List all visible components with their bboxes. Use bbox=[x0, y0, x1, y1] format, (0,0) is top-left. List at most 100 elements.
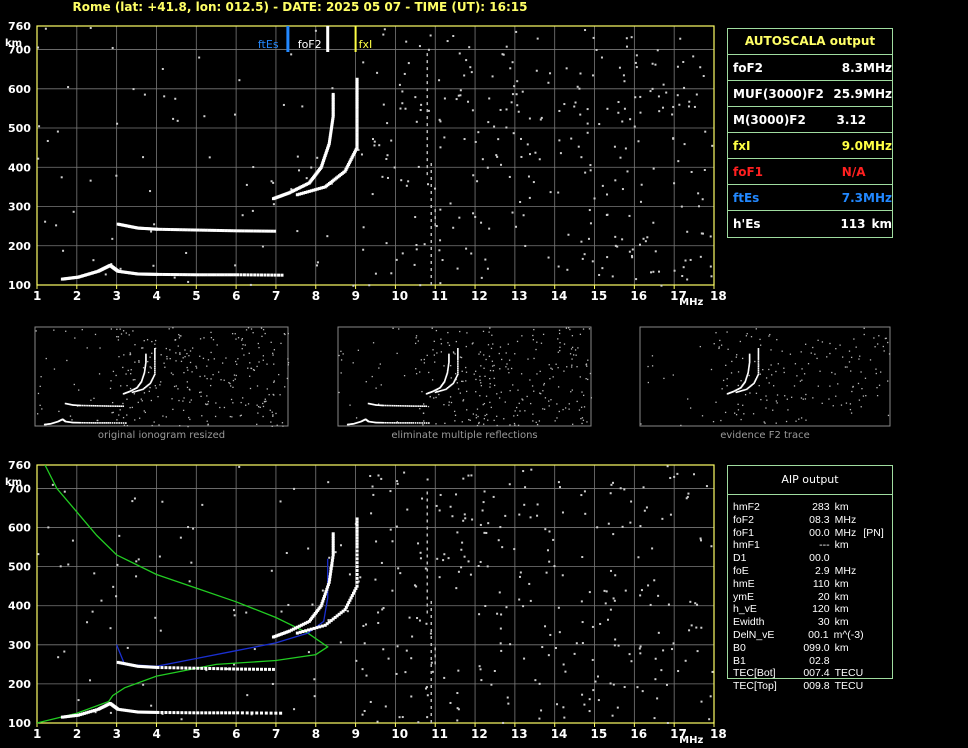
thumb-trace-point bbox=[96, 405, 98, 407]
thumb-noise-dot bbox=[459, 330, 461, 333]
ftes-marker-label: ftEs bbox=[258, 38, 279, 51]
noise-dot bbox=[93, 572, 96, 575]
thumb-noise-dot bbox=[420, 359, 422, 361]
noise-dot bbox=[404, 671, 407, 674]
aip-cell bbox=[863, 616, 892, 629]
noise-dot bbox=[438, 79, 441, 82]
noise-dot bbox=[524, 244, 527, 247]
trace-point bbox=[210, 228, 214, 232]
thumb-noise-dot bbox=[859, 355, 861, 357]
thumb-noise-dot bbox=[130, 373, 132, 375]
noise-dot bbox=[459, 94, 462, 97]
thumb-trace-point bbox=[457, 358, 459, 361]
trace-point bbox=[168, 666, 172, 670]
trace-point bbox=[241, 229, 245, 233]
trace-point bbox=[355, 576, 359, 580]
noise-dot bbox=[116, 122, 119, 125]
noise-dot bbox=[163, 95, 166, 98]
thumb-noise-dot bbox=[558, 410, 560, 413]
aip-cell: 00.1 bbox=[808, 628, 829, 641]
thumb-noise-dot bbox=[123, 354, 125, 356]
thumb-noise-dot bbox=[178, 399, 180, 402]
thumb-trace-point bbox=[98, 422, 100, 424]
thumb-noise-dot bbox=[478, 421, 480, 424]
thumb-noise-dot bbox=[745, 335, 748, 337]
thumb-noise-dot bbox=[477, 415, 479, 418]
noise-dot bbox=[546, 549, 549, 552]
noise-dot bbox=[690, 170, 693, 173]
noise-dot bbox=[404, 107, 407, 110]
thumb-noise-dot bbox=[189, 418, 191, 421]
thumb-noise-dot bbox=[170, 372, 173, 374]
trace-point bbox=[331, 92, 335, 96]
autoscala-label: ftEs bbox=[733, 190, 760, 205]
x-tick-label: 12 bbox=[471, 727, 488, 741]
noise-dot bbox=[486, 565, 489, 568]
thumb-trace-point bbox=[154, 355, 156, 358]
noise-dot bbox=[661, 106, 664, 109]
thumb-noise-dot bbox=[134, 419, 136, 421]
thumb-noise-dot bbox=[457, 388, 460, 390]
noise-dot bbox=[427, 183, 430, 186]
noise-dot bbox=[516, 104, 519, 107]
thumb-noise-dot bbox=[875, 372, 877, 375]
trace-point bbox=[196, 228, 200, 232]
x-unit-label: MHz bbox=[679, 735, 703, 746]
noise-dot bbox=[418, 619, 421, 622]
thumb-noise-dot bbox=[798, 418, 800, 420]
trace-point bbox=[355, 545, 359, 549]
noise-dot bbox=[536, 37, 539, 40]
noise-dot bbox=[696, 650, 699, 653]
noise-dot bbox=[465, 247, 468, 250]
noise-dot bbox=[669, 476, 672, 479]
thumb-noise-dot bbox=[257, 412, 259, 414]
thumb-noise-dot bbox=[568, 403, 570, 405]
thumb-noise-dot bbox=[423, 420, 425, 422]
thumb-noise-dot bbox=[461, 421, 463, 423]
thumb-trace-point bbox=[116, 405, 119, 407]
thumb-trace-point bbox=[401, 422, 403, 424]
thumb-noise-dot bbox=[396, 352, 398, 355]
thumb-noise-dot bbox=[129, 387, 132, 390]
thumb-noise-dot bbox=[256, 423, 258, 426]
thumb-noise-dot bbox=[37, 392, 40, 395]
thumb-noise-dot bbox=[122, 402, 124, 405]
thumb-noise-dot bbox=[524, 410, 526, 412]
thumb-noise-dot bbox=[147, 360, 149, 363]
thumb-trace-point bbox=[757, 369, 760, 372]
thumb-noise-dot bbox=[483, 402, 486, 405]
thumb-trace-point bbox=[88, 404, 91, 407]
trace-point bbox=[355, 134, 359, 138]
noise-dot bbox=[396, 482, 399, 485]
noise-dot bbox=[682, 266, 685, 269]
x-tick-label: 3 bbox=[113, 289, 121, 303]
trace-point bbox=[355, 539, 359, 543]
thumb-noise-dot bbox=[582, 328, 585, 330]
noise-dot bbox=[505, 45, 508, 48]
thumb-noise-dot bbox=[699, 345, 701, 348]
noise-dot bbox=[601, 267, 604, 270]
trace-point bbox=[330, 564, 334, 568]
thumb-noise-dot bbox=[440, 351, 443, 353]
trace-point bbox=[355, 526, 359, 530]
noise-dot bbox=[386, 154, 389, 157]
thumb-noise-dot bbox=[141, 400, 143, 402]
aip-row: B0 099.0 km bbox=[733, 642, 892, 655]
thumb-noise-dot bbox=[484, 414, 486, 417]
noise-dot bbox=[658, 270, 661, 273]
autoscala-label: foF1 bbox=[733, 164, 764, 179]
trace-point bbox=[230, 273, 234, 277]
noise-dot bbox=[556, 703, 559, 706]
autoscala-label: foF2 bbox=[733, 60, 764, 75]
thumb-noise-dot bbox=[496, 415, 498, 417]
noise-dot bbox=[617, 101, 620, 104]
noise-dot bbox=[380, 561, 383, 564]
thumb-noise-dot bbox=[849, 403, 852, 405]
noise-dot bbox=[710, 275, 713, 278]
noise-dot bbox=[426, 716, 429, 719]
trace-point bbox=[228, 711, 232, 715]
thumb-noise-dot bbox=[580, 406, 583, 408]
y-tick-label: 500 bbox=[8, 122, 31, 135]
thumb-noise-dot bbox=[268, 394, 270, 396]
noise-dot bbox=[439, 239, 442, 242]
